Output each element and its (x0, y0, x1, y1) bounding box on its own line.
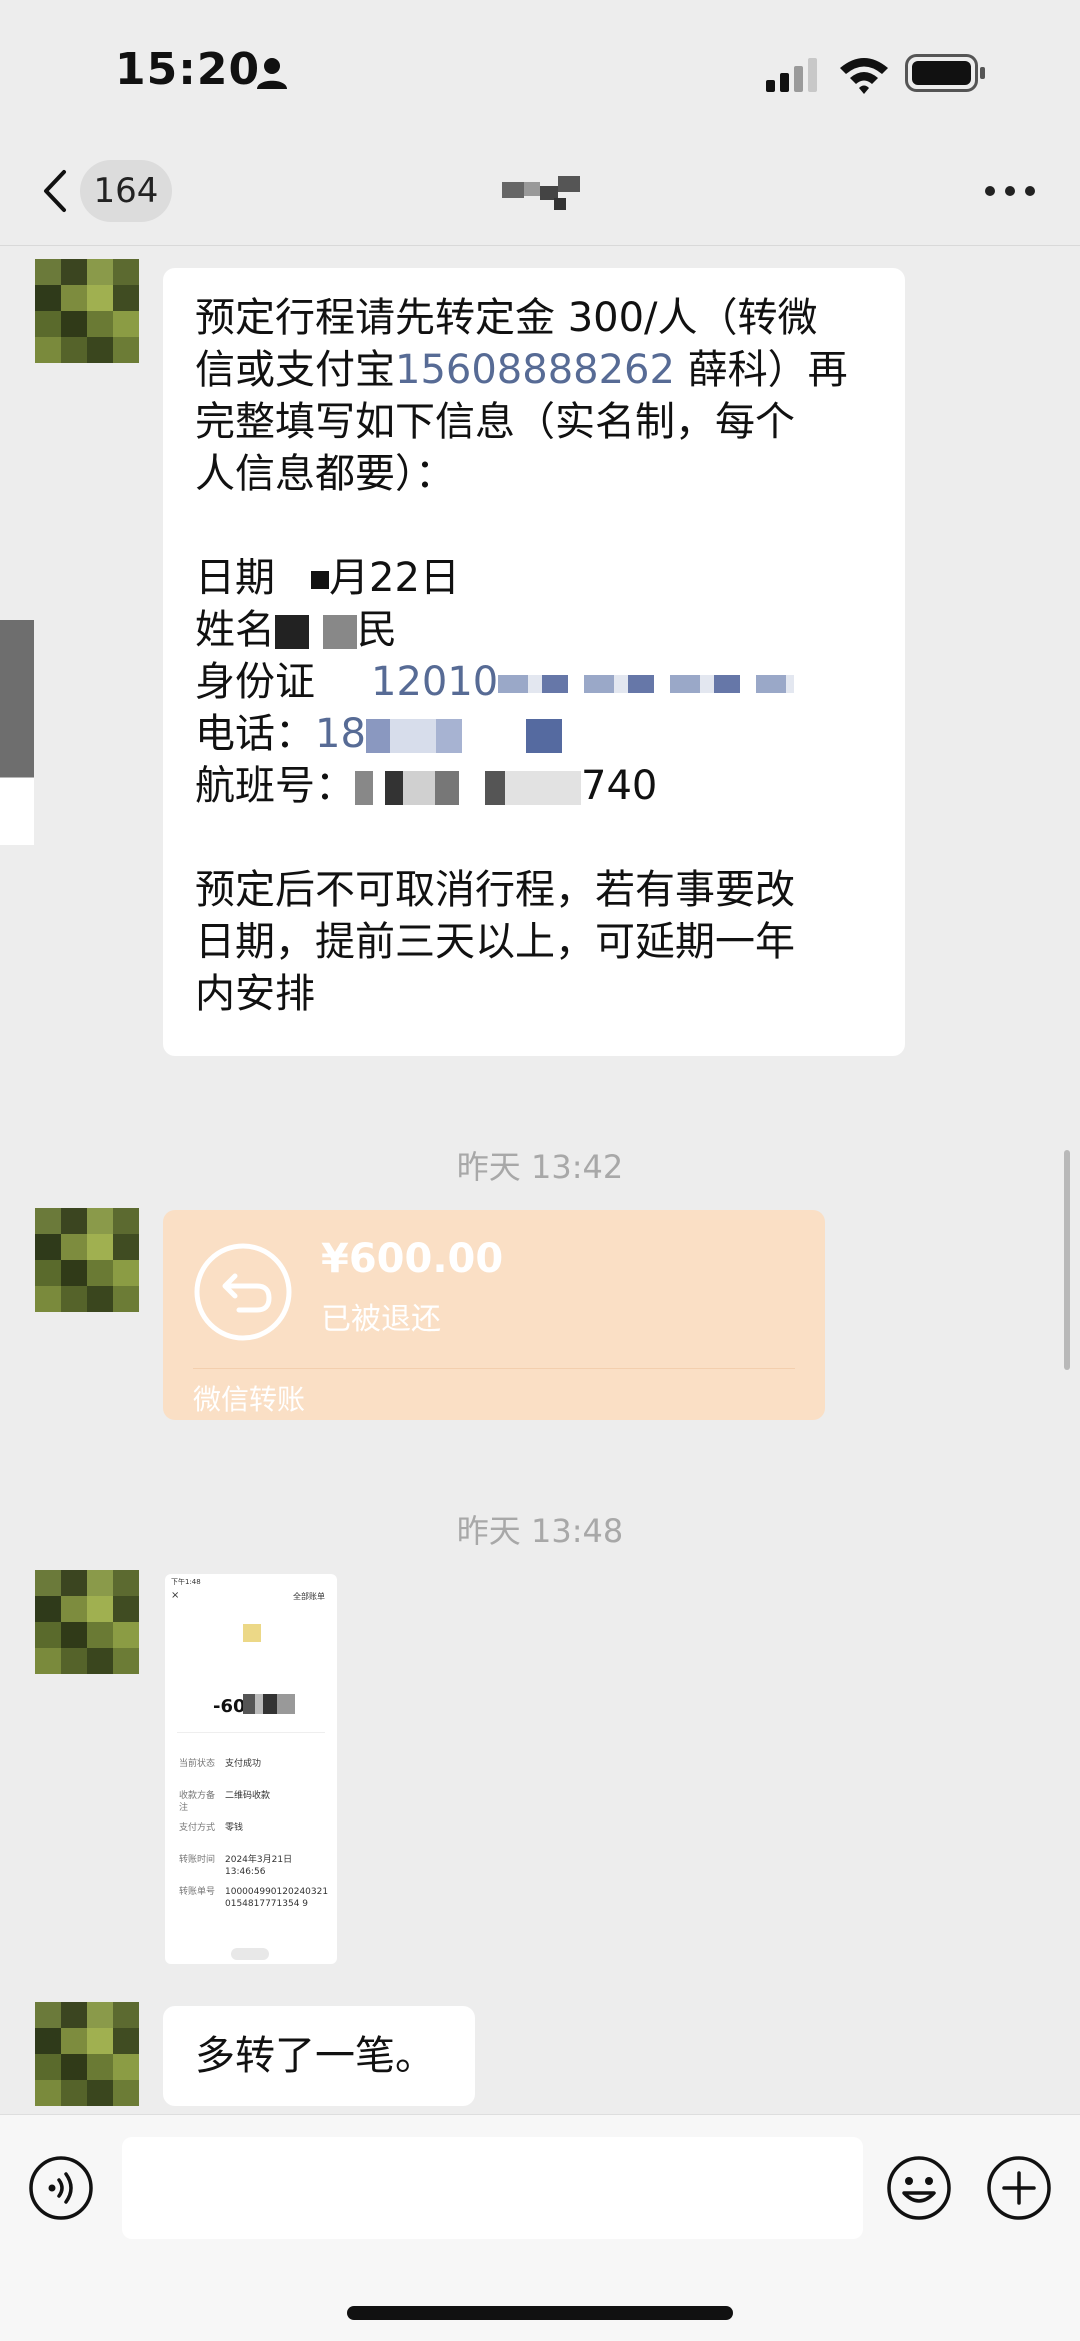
message-text: 多转了一笔。 (195, 2033, 435, 2079)
redacted-block (365, 719, 562, 753)
merchant-icon (243, 1624, 261, 1642)
transfer-label: 微信转账 (193, 1383, 306, 1416)
redacted-block (311, 571, 329, 589)
detail-value: 二维码收款 (225, 1791, 271, 1801)
more-options-icon[interactable] (980, 176, 1040, 206)
redacted-block (323, 615, 357, 649)
message-bubble[interactable]: 多转了一笔。 (163, 2006, 475, 2106)
divider (177, 1732, 325, 1733)
transfer-amount: ¥600.00 (321, 1236, 504, 1282)
avatar[interactable] (35, 1570, 139, 1674)
home-indicator[interactable] (347, 2306, 733, 2320)
detail-label: 支付方式 (179, 1823, 216, 1833)
detail-label: 转账单号 (179, 1887, 216, 1897)
detail-value: 2024年3月21日 13:46:56 (225, 1855, 293, 1877)
phone-number-link[interactable]: 15608888262 (395, 347, 675, 393)
image-all-bills: 全部账单 (293, 1592, 325, 1601)
detail-value: 零钱 (225, 1823, 244, 1833)
timestamp: 昨天 13:48 (456, 1512, 624, 1550)
detail-label: 转账时间 (179, 1855, 216, 1865)
redacted-block (355, 771, 581, 805)
scrollbar[interactable] (1064, 1150, 1070, 1370)
back-button[interactable]: 164 (30, 160, 180, 222)
timestamp: 昨天 13:42 (456, 1148, 624, 1186)
cellular-signal-icon (766, 58, 817, 92)
image-status-time: 下午1:48 (171, 1578, 201, 1586)
avatar[interactable] (35, 259, 139, 363)
message-bubble[interactable]: 预定行程请先转定金 300/人（转微 信或支付宝15608888262 薛科）再… (163, 268, 905, 1056)
message-text: 预定行程请先转定金 300/人（转微 信或支付宝15608888262 薛科）再… (195, 295, 848, 1017)
emoji-icon[interactable] (886, 2155, 952, 2221)
chat-title-redacted (502, 176, 580, 210)
message-input[interactable] (122, 2137, 863, 2239)
message-list[interactable]: 预定行程请先转定金 300/人（转微 信或支付宝15608888262 薛科）再… (0, 246, 1080, 2114)
redacted-block (275, 615, 309, 649)
divider (193, 1368, 795, 1369)
detail-value: 1000049901202403210154817771354 9 (225, 1887, 329, 1909)
chat-header: 164 (0, 140, 1080, 246)
redacted-block (498, 675, 795, 693)
detail-value: 支付成功 (225, 1759, 262, 1769)
chevron-left-icon (44, 170, 66, 212)
unread-count-badge: 164 (80, 160, 172, 222)
wifi-icon (840, 58, 888, 94)
image-close-icon: × (171, 1590, 180, 1601)
refund-icon (194, 1243, 292, 1341)
battery-icon (905, 54, 985, 92)
image-home-button (231, 1948, 269, 1960)
status-time: 15:20 (115, 44, 261, 95)
detail-label: 收款方备注 (179, 1791, 216, 1813)
transfer-card[interactable]: ¥600.00 已被退还 微信转账 (163, 1210, 825, 1420)
image-message[interactable]: 下午1:48 × 全部账单 -600.00 当前状态 支付成功 收款方备注 二维… (165, 1574, 337, 1964)
plus-icon[interactable] (986, 2155, 1052, 2221)
status-bar: 15:20 (0, 0, 1080, 140)
voice-input-icon[interactable] (28, 2155, 94, 2221)
transfer-status: 已被退还 (321, 1302, 441, 1337)
person-icon (257, 58, 287, 89)
avatar[interactable] (35, 1208, 139, 1312)
detail-label: 当前状态 (179, 1759, 216, 1769)
redacted-block (243, 1694, 295, 1714)
avatar[interactable] (35, 2002, 139, 2106)
